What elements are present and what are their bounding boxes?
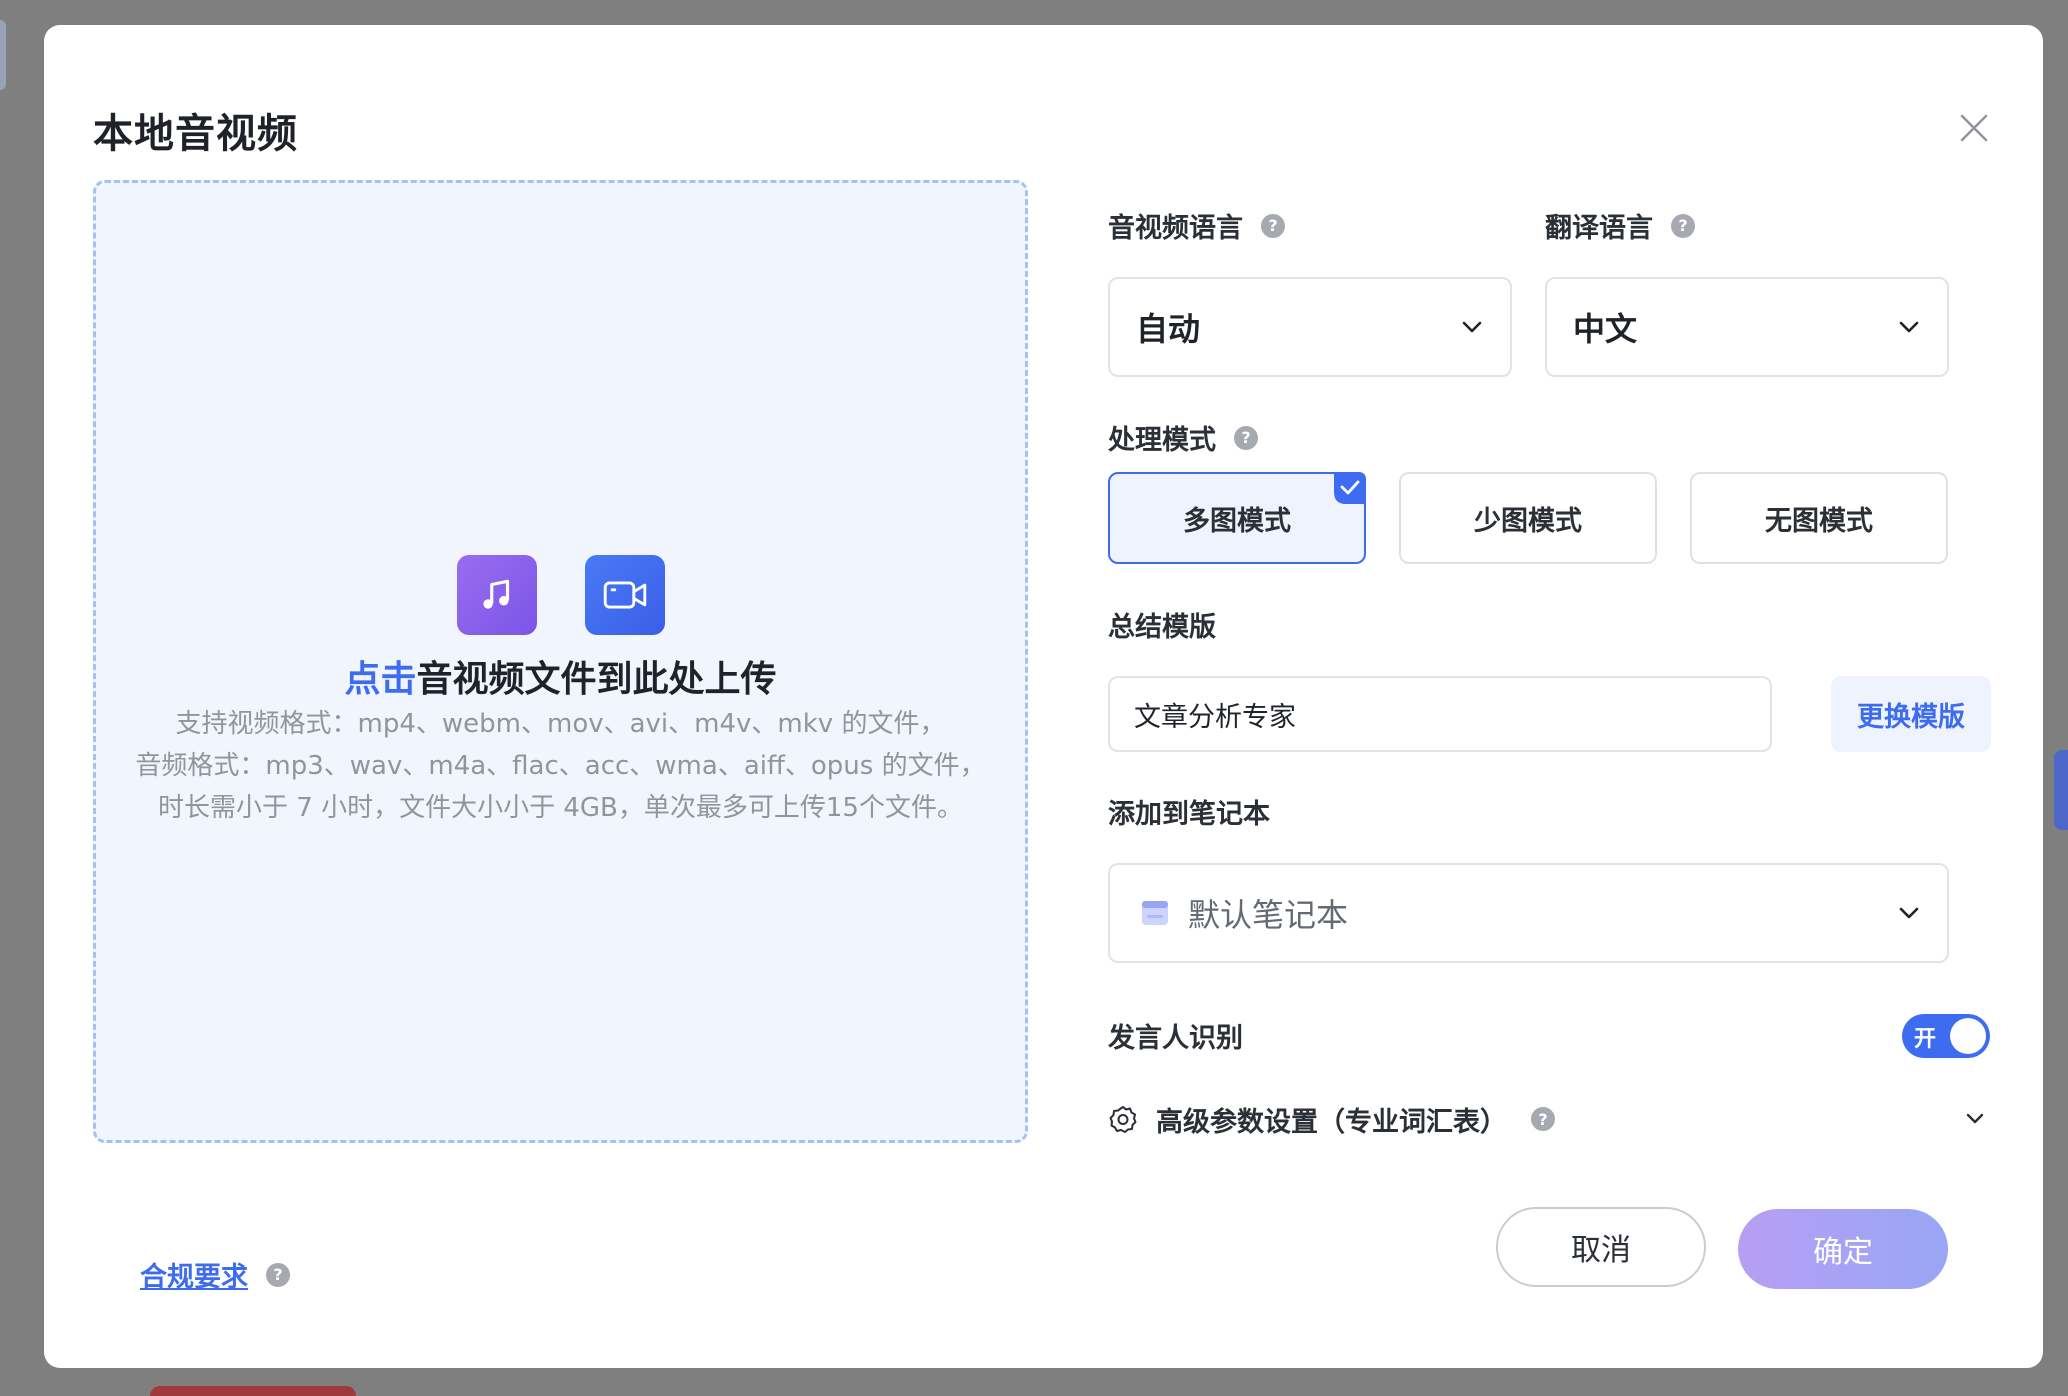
compliance-link[interactable]: 合规要求	[140, 1255, 248, 1294]
upload-dialog: 本地音视频 点击音视频文件到此处上传 支持视频格式：mp4、webm、mov、a…	[44, 25, 2043, 1368]
confirm-button[interactable]: 确定	[1738, 1209, 1948, 1289]
advanced-settings-label: 高级参数设置（专业词汇表）	[1156, 1106, 1507, 1138]
upload-description: 支持视频格式：mp4、webm、mov、avi、m4v、mkv 的文件， 音频格…	[96, 703, 1025, 829]
template-label-text: 总结模版	[1108, 612, 1216, 643]
upload-icons	[96, 555, 1025, 635]
notebook-icon	[1142, 901, 1168, 925]
chevron-down-icon	[1899, 907, 1919, 919]
translate-language-select[interactable]: 中文	[1545, 277, 1949, 377]
dialog-title: 本地音视频	[93, 111, 298, 157]
toggle-label: 开	[1914, 1027, 1937, 1052]
format-audio-line: 音频格式：mp3、wav、m4a、flac、acc、wma、aiff、opus …	[135, 751, 986, 781]
change-template-button[interactable]: 更换模版	[1831, 676, 1991, 752]
toggle-knob	[1950, 1018, 1986, 1054]
mode-label-text: 处理模式	[1108, 425, 1216, 456]
music-icon	[456, 555, 537, 635]
media-language-value: 自动	[1136, 310, 1201, 348]
background-tab	[0, 20, 6, 90]
notebook-label: 添加到笔记本	[1108, 792, 1270, 831]
upload-click-link[interactable]: 点击	[344, 659, 416, 700]
template-value: 文章分析专家	[1134, 701, 1296, 733]
upload-instruction: 音视频文件到此处上传	[416, 659, 777, 700]
mode-option-label: 多图模式	[1183, 505, 1291, 537]
notebook-label-text: 添加到笔记本	[1108, 799, 1270, 830]
media-language-select[interactable]: 自动	[1108, 277, 1512, 377]
help-icon[interactable]: ?	[1531, 1107, 1555, 1131]
upload-main-text: 点击音视频文件到此处上传	[96, 650, 1025, 702]
cancel-button[interactable]: 取消	[1496, 1207, 1706, 1287]
mode-option-label: 无图模式	[1765, 505, 1873, 537]
chevron-down-icon	[1462, 321, 1482, 333]
upload-dropzone[interactable]: 点击音视频文件到此处上传 支持视频格式：mp4、webm、mov、avi、m4v…	[93, 180, 1028, 1143]
media-language-label: 音视频语言 ?	[1108, 206, 1285, 245]
mode-option-no-image[interactable]: 无图模式	[1690, 472, 1948, 564]
limits-line: 时长需小于 7 小时，文件大小小于 4GB，单次最多可上传15个文件。	[158, 793, 963, 823]
translate-language-label-text: 翻译语言	[1545, 213, 1653, 244]
compliance-section: 合规要求 ?	[140, 1255, 290, 1294]
media-language-label-text: 音视频语言	[1108, 213, 1243, 244]
help-icon[interactable]: ?	[266, 1262, 290, 1287]
speaker-label-text: 发言人识别	[1108, 1023, 1243, 1054]
chevron-down-icon	[1899, 321, 1919, 333]
format-video-line: 支持视频格式：mp4、webm、mov、avi、m4v、mkv 的文件，	[175, 709, 946, 739]
help-icon[interactable]: ?	[1261, 213, 1285, 238]
background-side-button	[2054, 750, 2068, 830]
mode-label: 处理模式 ?	[1108, 418, 1258, 457]
chevron-down-icon	[1966, 1113, 1984, 1124]
close-icon[interactable]	[1957, 111, 1991, 145]
speaker-toggle[interactable]: 开	[1902, 1014, 1990, 1058]
speaker-label: 发言人识别	[1108, 1016, 1243, 1055]
video-camera-icon	[584, 555, 665, 635]
mode-option-label: 少图模式	[1474, 505, 1582, 537]
help-icon[interactable]: ?	[1671, 213, 1695, 238]
notebook-value: 默认笔记本	[1188, 896, 1349, 934]
translate-language-value: 中文	[1573, 310, 1638, 348]
template-field[interactable]: 文章分析专家	[1108, 676, 1772, 752]
gear-icon	[1109, 1106, 1137, 1133]
template-label: 总结模版	[1108, 605, 1216, 644]
notebook-select[interactable]: 默认笔记本	[1108, 863, 1949, 963]
mode-option-few-image[interactable]: 少图模式	[1399, 472, 1657, 564]
background-element	[150, 1386, 356, 1396]
help-icon[interactable]: ?	[1234, 425, 1258, 450]
translate-language-label: 翻译语言 ?	[1545, 206, 1695, 245]
advanced-settings[interactable]: 高级参数设置（专业词汇表） ?	[1108, 1096, 1988, 1142]
mode-option-multi-image[interactable]: 多图模式	[1108, 472, 1366, 564]
check-icon	[1334, 472, 1366, 504]
